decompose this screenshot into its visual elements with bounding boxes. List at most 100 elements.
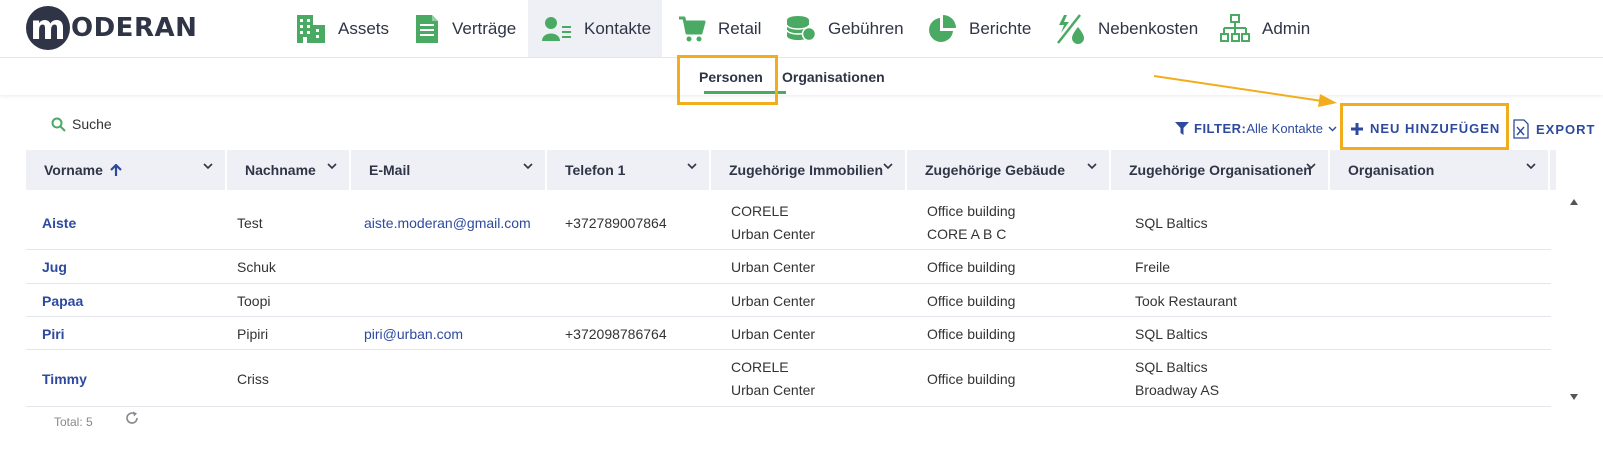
nav-label-retail: Retail	[718, 18, 762, 38]
nav-item-berichte[interactable]: Berichte	[927, 0, 1031, 57]
column-header-organisationen[interactable]: Zugehörige Organisationen	[1111, 150, 1330, 190]
top-navigation: m ODERAN Assets Verträge Kontakte Retail…	[0, 0, 1603, 58]
column-header-nachname[interactable]: Nachname	[227, 150, 351, 190]
column-header-immobilien[interactable]: Zugehörige Immobilien	[711, 150, 907, 190]
chevron-down-icon[interactable]	[1087, 163, 1097, 170]
cell-email[interactable]: piri@urban.com	[364, 326, 463, 342]
nav-label-nebenkosten: Nebenkosten	[1098, 18, 1199, 38]
cell-immobilien: CORELE	[731, 359, 789, 375]
filter-label: FILTER:	[1194, 121, 1247, 136]
scroll-down-arrow[interactable]	[1570, 394, 1578, 400]
column-label-gebaeude: Zugehörige Gebäude	[925, 162, 1066, 178]
nav-label-assets: Assets	[338, 18, 390, 38]
logo-text: ODERAN	[71, 13, 198, 43]
utilities-icon	[1057, 13, 1084, 44]
cell-immobilien: Urban Center	[731, 326, 816, 342]
filter-value: Alle Kontakte	[1246, 121, 1323, 136]
cell-gebaeude: Office building	[927, 371, 1016, 387]
nav-label-gebuehren: Gebühren	[828, 18, 904, 38]
cell-organisationen: SQL Baltics	[1135, 326, 1208, 342]
cell-gebaeude: Office building	[927, 259, 1016, 275]
highlight-box-personen	[677, 55, 778, 105]
column-header-email[interactable]: E-Mail	[351, 150, 547, 190]
chevron-down-icon[interactable]	[1306, 163, 1316, 170]
tab-organisationen[interactable]: Organisationen	[782, 69, 885, 85]
cell-nachname: Schuk	[237, 259, 276, 275]
nav-item-vertraege[interactable]: Verträge	[414, 0, 516, 57]
nav-label-berichte: Berichte	[969, 18, 1032, 38]
search-label: Suche	[72, 116, 112, 132]
cell-organisationen: SQL Baltics	[1135, 215, 1208, 231]
sort-ascending-icon[interactable]	[110, 163, 122, 177]
nav-item-gebuehren[interactable]: Gebühren	[786, 0, 904, 57]
chevron-down-icon[interactable]	[327, 163, 337, 170]
cell-email[interactable]: aiste.moderan@gmail.com	[364, 215, 531, 231]
nav-item-kontakte[interactable]: Kontakte	[528, 0, 662, 57]
column-label-nachname: Nachname	[245, 162, 316, 178]
excel-file-icon	[1513, 119, 1529, 139]
cell-vorname[interactable]: Papaa	[42, 293, 83, 309]
cell-gebaeude: CORE A B C	[927, 226, 1007, 242]
export-label: EXPORT	[1536, 121, 1596, 137]
nav-item-retail[interactable]: Retail	[678, 0, 761, 57]
cell-organisationen: SQL Baltics	[1135, 359, 1208, 375]
column-label-organisationen: Zugehörige Organisationen	[1129, 162, 1312, 178]
filter-dropdown[interactable]: FILTER: Alle Kontakte	[1175, 121, 1337, 136]
nav-item-admin[interactable]: Admin	[1220, 0, 1310, 57]
cell-organisationen: Freile	[1135, 259, 1171, 275]
chevron-down-icon	[1328, 126, 1337, 131]
cell-telefon: +372789007864	[565, 215, 667, 231]
cell-vorname[interactable]: Piri	[42, 326, 65, 342]
building-icon	[297, 14, 325, 43]
chevron-down-icon[interactable]	[203, 163, 213, 170]
column-label-email: E-Mail	[369, 162, 411, 178]
cell-nachname: Toopi	[237, 293, 271, 309]
nav-item-assets[interactable]: Assets	[296, 0, 389, 57]
total-count: Total: 5	[54, 415, 93, 429]
org-chart-icon	[1220, 13, 1250, 42]
cell-nachname: Pipiri	[237, 326, 269, 342]
column-header-telefon[interactable]: Telefon 1	[547, 150, 711, 190]
moderan-logo[interactable]: m ODERAN	[26, 6, 197, 50]
column-header-gebaeude[interactable]: Zugehörige Gebäude	[907, 150, 1111, 190]
cell-immobilien: Urban Center	[731, 382, 816, 398]
chevron-down-icon[interactable]	[523, 163, 533, 170]
cell-immobilien: Urban Center	[731, 259, 816, 275]
column-label-vorname: Vorname	[44, 162, 103, 178]
cell-organisationen: Took Restaurant	[1135, 293, 1237, 309]
export-button[interactable]: EXPORT	[1513, 119, 1595, 139]
column-label-immobilien: Zugehörige Immobilien	[729, 162, 884, 178]
column-header-vorname[interactable]: Vorname	[26, 150, 227, 190]
cell-vorname[interactable]: Timmy	[42, 371, 87, 387]
cell-gebaeude: Office building	[927, 203, 1016, 219]
cell-immobilien: Urban Center	[731, 226, 816, 242]
search-button[interactable]: Suche	[51, 116, 112, 132]
coins-icon	[786, 15, 816, 41]
contact-icon	[542, 16, 571, 41]
nav-item-nebenkosten[interactable]: Nebenkosten	[1056, 0, 1198, 57]
cell-immobilien: Urban Center	[731, 293, 816, 309]
cell-vorname[interactable]: Aiste	[42, 215, 76, 231]
cell-gebaeude: Office building	[927, 326, 1016, 342]
search-icon	[51, 117, 66, 132]
cart-icon	[679, 16, 706, 41]
refresh-icon[interactable]	[125, 411, 139, 425]
cell-immobilien: CORELE	[731, 203, 789, 219]
column-header-organisation[interactable]: Organisation	[1330, 150, 1550, 190]
chevron-down-icon[interactable]	[883, 163, 893, 170]
nav-label-admin: Admin	[1262, 18, 1311, 38]
chevron-down-icon[interactable]	[1526, 163, 1536, 170]
document-icon	[416, 14, 438, 43]
filter-icon	[1175, 122, 1189, 135]
scroll-up-arrow[interactable]	[1570, 199, 1578, 205]
cell-nachname: Criss	[237, 371, 269, 387]
logo-mark: m	[26, 6, 70, 50]
cell-nachname: Test	[237, 215, 263, 231]
chevron-down-icon[interactable]	[687, 163, 697, 170]
cell-gebaeude: Office building	[927, 293, 1016, 309]
pie-chart-icon	[929, 14, 956, 42]
column-label-telefon: Telefon 1	[565, 162, 626, 178]
table-header: Vorname Nachname E-Mail Telefon 1 Zugehö…	[26, 150, 1556, 190]
cell-vorname[interactable]: Jug	[42, 259, 67, 275]
column-label-organisation: Organisation	[1348, 162, 1435, 178]
